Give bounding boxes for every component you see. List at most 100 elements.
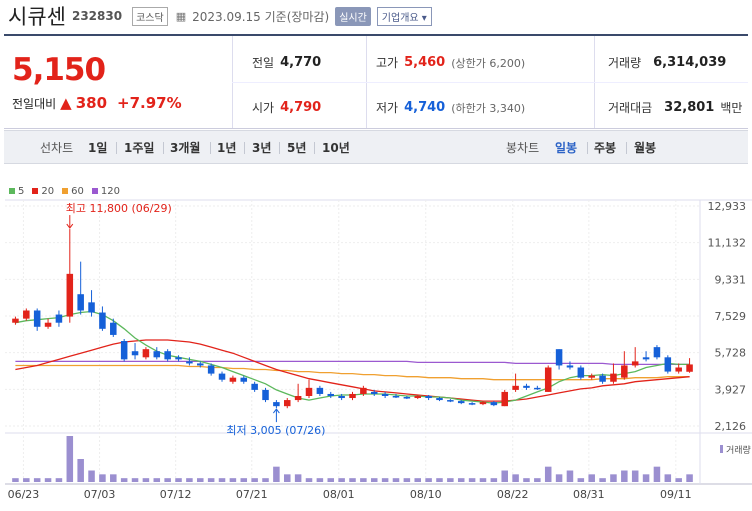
volume-bar [479,478,487,482]
volume-bar [621,470,628,482]
volume-bar [153,478,161,482]
candle-body [468,403,476,405]
candle-body [599,375,606,382]
candle-body [501,391,508,407]
volume-bar [403,478,411,482]
volume-bar [512,474,519,482]
candle-body [207,365,215,374]
y-tick-label: 3,927 [715,383,747,396]
candle-body [88,302,95,313]
y-tick-label: 7,529 [715,310,747,323]
volume-bar [523,478,530,482]
volume-bar [273,466,280,482]
x-tick-label: 07/12 [160,488,192,501]
volume-label: 거래량 [726,444,751,456]
candle-body [218,373,226,380]
candle-body [316,387,324,394]
candle-body [77,294,84,311]
candle-body [414,395,421,399]
volume-bar [631,470,639,482]
candle-body [544,367,552,392]
candle-body [381,393,389,396]
volume-bar [468,478,476,482]
candle-body [621,365,628,378]
volume-bar [262,478,269,482]
volume-bar [599,478,606,482]
candle-body [686,364,693,372]
candle-body [142,349,150,358]
volume-bar [131,478,139,482]
candle-body [33,310,41,327]
volume-bar [534,478,541,482]
volume-bar [197,478,204,482]
candle-body [555,349,563,366]
candle-body [294,395,302,401]
candle-body [653,347,661,358]
candle-body [164,351,171,360]
candle-body [642,357,650,360]
candle-body [392,395,400,398]
volume-bar [653,466,661,482]
volume-bar [381,478,389,482]
annotation-low: 최저 3,005 (07/26) [226,424,325,437]
volume-bar [338,478,345,482]
candle-body [447,400,454,402]
volume-bar [392,478,400,482]
candle-body [12,318,19,323]
volume-bar [566,470,574,482]
volume-bar [588,474,595,482]
candle-body [186,361,193,364]
volume-bar [164,478,171,482]
volume-bar [327,478,335,482]
candle-body [305,387,313,396]
x-tick-label: 08/01 [323,488,355,501]
x-tick-label: 06/23 [8,488,40,501]
candle-body [457,401,465,404]
volume-bar [642,474,650,482]
candle-body [588,375,595,378]
volume-bar [251,478,258,482]
candle-body [66,273,74,317]
candle-body [610,373,617,382]
candle-body [338,395,345,399]
y-tick-label: 12,933 [708,200,747,213]
volume-bar [229,478,237,482]
volume-bar [664,474,672,482]
volume-bar [349,478,356,482]
candle-body [370,391,378,394]
candle-body [44,322,52,327]
candle-body [284,400,291,407]
volume-bar [175,478,182,482]
y-tick-label: 5,728 [715,347,747,360]
candle-body [262,389,269,401]
y-tick-label: 11,132 [708,237,747,250]
volume-bar [490,478,498,482]
x-tick-label: 08/10 [410,488,442,501]
candle-body [23,310,30,319]
volume-bar [370,478,378,482]
volume-bar [186,478,193,482]
candle-body [131,351,139,356]
volume-bar [544,466,552,482]
volume-bar [55,478,63,482]
candle-body [120,341,128,360]
volume-bar [316,478,324,482]
candle-body [577,367,585,378]
candle-body [360,387,367,394]
volume-bar [555,474,563,482]
candle-body [566,365,574,368]
volume-bar [425,478,432,482]
volume-bar [501,470,508,482]
candle-body [425,395,432,399]
candle-body [523,385,530,388]
volume-bar [284,474,291,482]
candle-body [110,322,117,335]
volume-bar [414,478,421,482]
volume-bar [110,474,117,482]
volume-bar [99,474,106,482]
candle-body [664,357,672,372]
candle-body [479,402,487,405]
x-tick-label: 07/21 [236,488,268,501]
x-tick-label: 07/03 [84,488,116,501]
volume-bar [436,478,443,482]
